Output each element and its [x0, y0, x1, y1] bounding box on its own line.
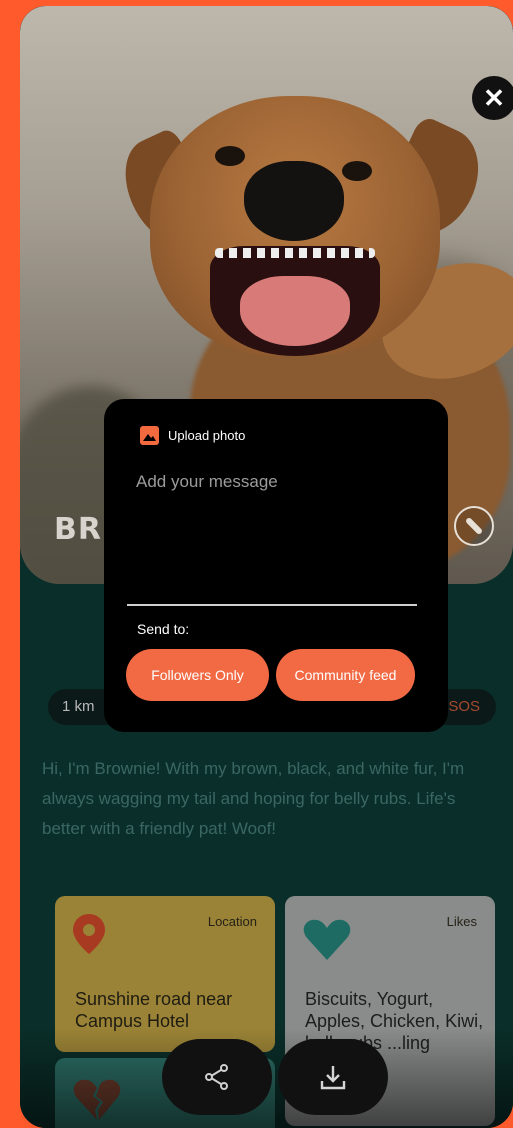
download-button[interactable] [278, 1039, 388, 1115]
pencil-icon [464, 516, 484, 536]
image-icon [140, 426, 159, 445]
edit-button[interactable] [454, 506, 494, 546]
upload-photo-label: Upload photo [168, 428, 246, 443]
community-feed-button[interactable]: Community feed [276, 649, 415, 701]
download-icon [320, 1066, 346, 1090]
close-button[interactable]: ✕ [472, 76, 513, 120]
send-to-label: Send to: [137, 621, 190, 637]
pet-bio: Hi, I'm Brownie! With my brown, black, a… [42, 759, 465, 838]
map-pin-icon [73, 914, 105, 954]
upload-photo-button[interactable]: Upload photo [140, 426, 245, 445]
message-input[interactable] [136, 472, 416, 602]
post-message-dialog: Upload photo Send to: Followers Only Com… [104, 399, 448, 732]
location-value: Sunshine road near Campus Hotel [75, 989, 233, 1031]
likes-label: Likes [446, 914, 477, 929]
input-underline [127, 604, 417, 606]
location-label: Location [207, 914, 257, 929]
followers-only-button[interactable]: Followers Only [126, 649, 269, 701]
share-button[interactable] [162, 1039, 272, 1115]
heart-icon [303, 919, 351, 960]
share-icon [205, 1064, 228, 1090]
pet-name: BR [54, 512, 102, 547]
close-icon: ✕ [483, 82, 505, 113]
